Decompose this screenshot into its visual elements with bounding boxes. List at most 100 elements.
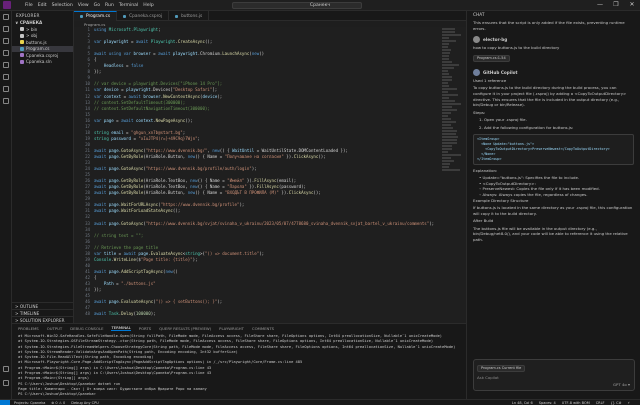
chat-icon[interactable] [0, 95, 12, 107]
settings-icon[interactable] [0, 377, 12, 389]
code-token: = WaitUntilState.DOMContentLoaded }); [254, 148, 348, 153]
status-right-item[interactable]: Spaces: 4 [539, 401, 556, 405]
code-token: page [109, 190, 119, 195]
panel-tab-debug-console[interactable]: DEBUG CONSOLE [70, 326, 103, 331]
code-token: context [136, 118, 153, 123]
code-token: playwright [126, 87, 151, 92]
minimap-line [442, 43, 449, 45]
code-line[interactable]: await Task.Delay(100000); [94, 311, 466, 317]
minimap-line [442, 64, 459, 66]
explorer-item-label: > obj [26, 33, 37, 38]
minimap-line [442, 70, 448, 72]
code-editor[interactable]: 1 2 3 4 5 6 7 8 9 10 11 12 13 14 15 16 17 18 19 20 21 22 23 24 2… [74, 27, 466, 323]
panel-tab-problems[interactable]: PROBLEMS [18, 326, 39, 331]
terminal-output[interactable]: at Microsoft.Win32.SafeHandles.SafeFileH… [12, 332, 466, 398]
tab-buttons-js[interactable]: buttons.js [169, 11, 209, 21]
code-content[interactable]: using Microsoft.Playwright; var playwrigh… [94, 27, 466, 317]
code-token: = [121, 94, 128, 99]
code-line[interactable]: await page.GotoAsync("https://www.dvenni… [94, 221, 466, 227]
code-token: page [109, 299, 119, 304]
minimap-line [442, 79, 452, 81]
menu-item-view[interactable]: View [78, 3, 89, 8]
minimap-line [442, 130, 457, 132]
terminal-line: PS C:\Users\Joshua\Desktop\Cpaneka> [18, 392, 466, 397]
outline-section[interactable]: > OUTLINE [12, 302, 74, 309]
code-token: Delay [121, 311, 133, 316]
source-control-icon[interactable] [0, 35, 12, 47]
menu-item-run[interactable]: Run [105, 3, 114, 8]
code-token: "./buttons.js" [121, 281, 156, 286]
tab-program-cs[interactable]: Program.cs [74, 11, 117, 21]
timeline-section[interactable]: > TIMELINE [12, 309, 74, 316]
code-token: (AriaRole.TextBox, [143, 184, 190, 189]
menu-item-terminal[interactable]: Terminal [119, 3, 138, 8]
status-left-item[interactable]: Projects: Cpaneka [14, 401, 45, 405]
status-right-item[interactable]: UTF-8 with BOM [562, 401, 590, 405]
panel-tab-comments[interactable]: COMMENTS [252, 326, 274, 331]
panel-tab-output[interactable]: OUTPUT [47, 326, 62, 331]
status-right-item[interactable]: ⚡ [628, 401, 630, 405]
remote-indicator-icon[interactable] [0, 400, 10, 405]
status-left-item[interactable]: Debug Any CPU [71, 401, 99, 405]
accounts-icon[interactable] [0, 363, 12, 375]
code-token: GetByRole [121, 154, 143, 159]
status-right-item[interactable]: CRLF [596, 401, 605, 405]
maximize-button[interactable]: ❐ [612, 1, 620, 8]
extensions-icon-glyph [3, 62, 9, 68]
explorer-root-folder[interactable]: ∨ СРАНЕКА [12, 19, 73, 26]
close-button[interactable]: ✕ [628, 1, 636, 8]
xml-code-block[interactable]: <ItemGroup> <None Update="buttons.js"> <… [473, 134, 634, 165]
menu-item-help[interactable]: Help [143, 3, 153, 8]
used-references-toggle[interactable]: Used 1 reference [473, 78, 634, 84]
code-token: var [94, 94, 104, 99]
code-token: "https://www.dvennik.bg/profile" [161, 202, 240, 207]
menu-bar: File Edit Selection View Go Run Terminal Help [25, 3, 159, 8]
code-token: browser [133, 51, 150, 56]
code-token: ; [198, 136, 200, 141]
menu-item-go[interactable]: Go [94, 3, 100, 8]
reference-chip[interactable]: Program.cs:1-54 [473, 55, 510, 62]
minimap-line [442, 82, 448, 84]
command-center[interactable] [232, 2, 362, 9]
code-token: }). [284, 154, 294, 159]
chat-input-box[interactable]: Program.cs Current file Ask Copilot GPT … [473, 359, 635, 391]
status-left-item[interactable]: ⊗ 0 ⚠ 0 [51, 401, 65, 405]
file-icon [20, 27, 24, 31]
files-icon[interactable] [0, 11, 12, 23]
menu-item-edit[interactable]: Edit [38, 3, 47, 8]
search-icon[interactable] [0, 23, 12, 35]
status-right-item[interactable]: Ln 48, Col 6 [512, 401, 533, 405]
code-token: page [109, 184, 119, 189]
extensions-icon[interactable] [0, 59, 12, 71]
code-token: ]; [212, 87, 217, 92]
menu-item-selection[interactable]: Selection [52, 3, 73, 8]
code-token: "() => { setButtons(); }" [156, 299, 218, 304]
run-debug-icon[interactable] [0, 47, 12, 59]
status-bar: Projects: Cpaneka ⊗ 0 ⚠ 0 Debug Any CPU Ln… [0, 399, 640, 405]
model-picker[interactable]: GPT 4o ▾ [613, 382, 630, 387]
minimap-line [442, 88, 457, 90]
code-token [94, 63, 104, 68]
code-token: }). [247, 184, 257, 189]
remote-icon[interactable] [0, 83, 12, 95]
explorer-header: EXPLORER [12, 11, 73, 19]
code-token: password [111, 136, 131, 141]
tab-label: Program.cs [86, 14, 110, 19]
panel-tab-query-results-preview-[interactable]: QUERY RESULTS (PREVIEW) [159, 326, 211, 331]
explorer-item[interactable]: Cpaneka.sln [12, 59, 73, 66]
current-file-chip[interactable]: Program.cs Current file [477, 365, 525, 372]
menu-item-file[interactable]: File [25, 3, 33, 8]
panel-tab-playwright[interactable]: PLAYWRIGHT [219, 326, 244, 331]
tab-cpaneka-csproj[interactable]: Cpaneka.csproj [117, 11, 169, 21]
test-icon[interactable] [0, 71, 12, 83]
panel-tab-ports[interactable]: PORTS [139, 326, 151, 331]
panel-tab-terminal[interactable]: TERMINAL [111, 325, 130, 331]
minimize-button[interactable]: — [596, 1, 604, 8]
chat-input-field[interactable]: Ask Copilot [477, 375, 631, 380]
code-token: string [94, 130, 111, 135]
solution-explorer-section[interactable]: > SOLUTION EXPLORER [12, 316, 74, 323]
minimap-line [442, 133, 456, 135]
status-right-item[interactable]: {} C# [611, 401, 622, 405]
code-token: GetByRole [121, 178, 143, 183]
minimap[interactable] [442, 27, 464, 167]
